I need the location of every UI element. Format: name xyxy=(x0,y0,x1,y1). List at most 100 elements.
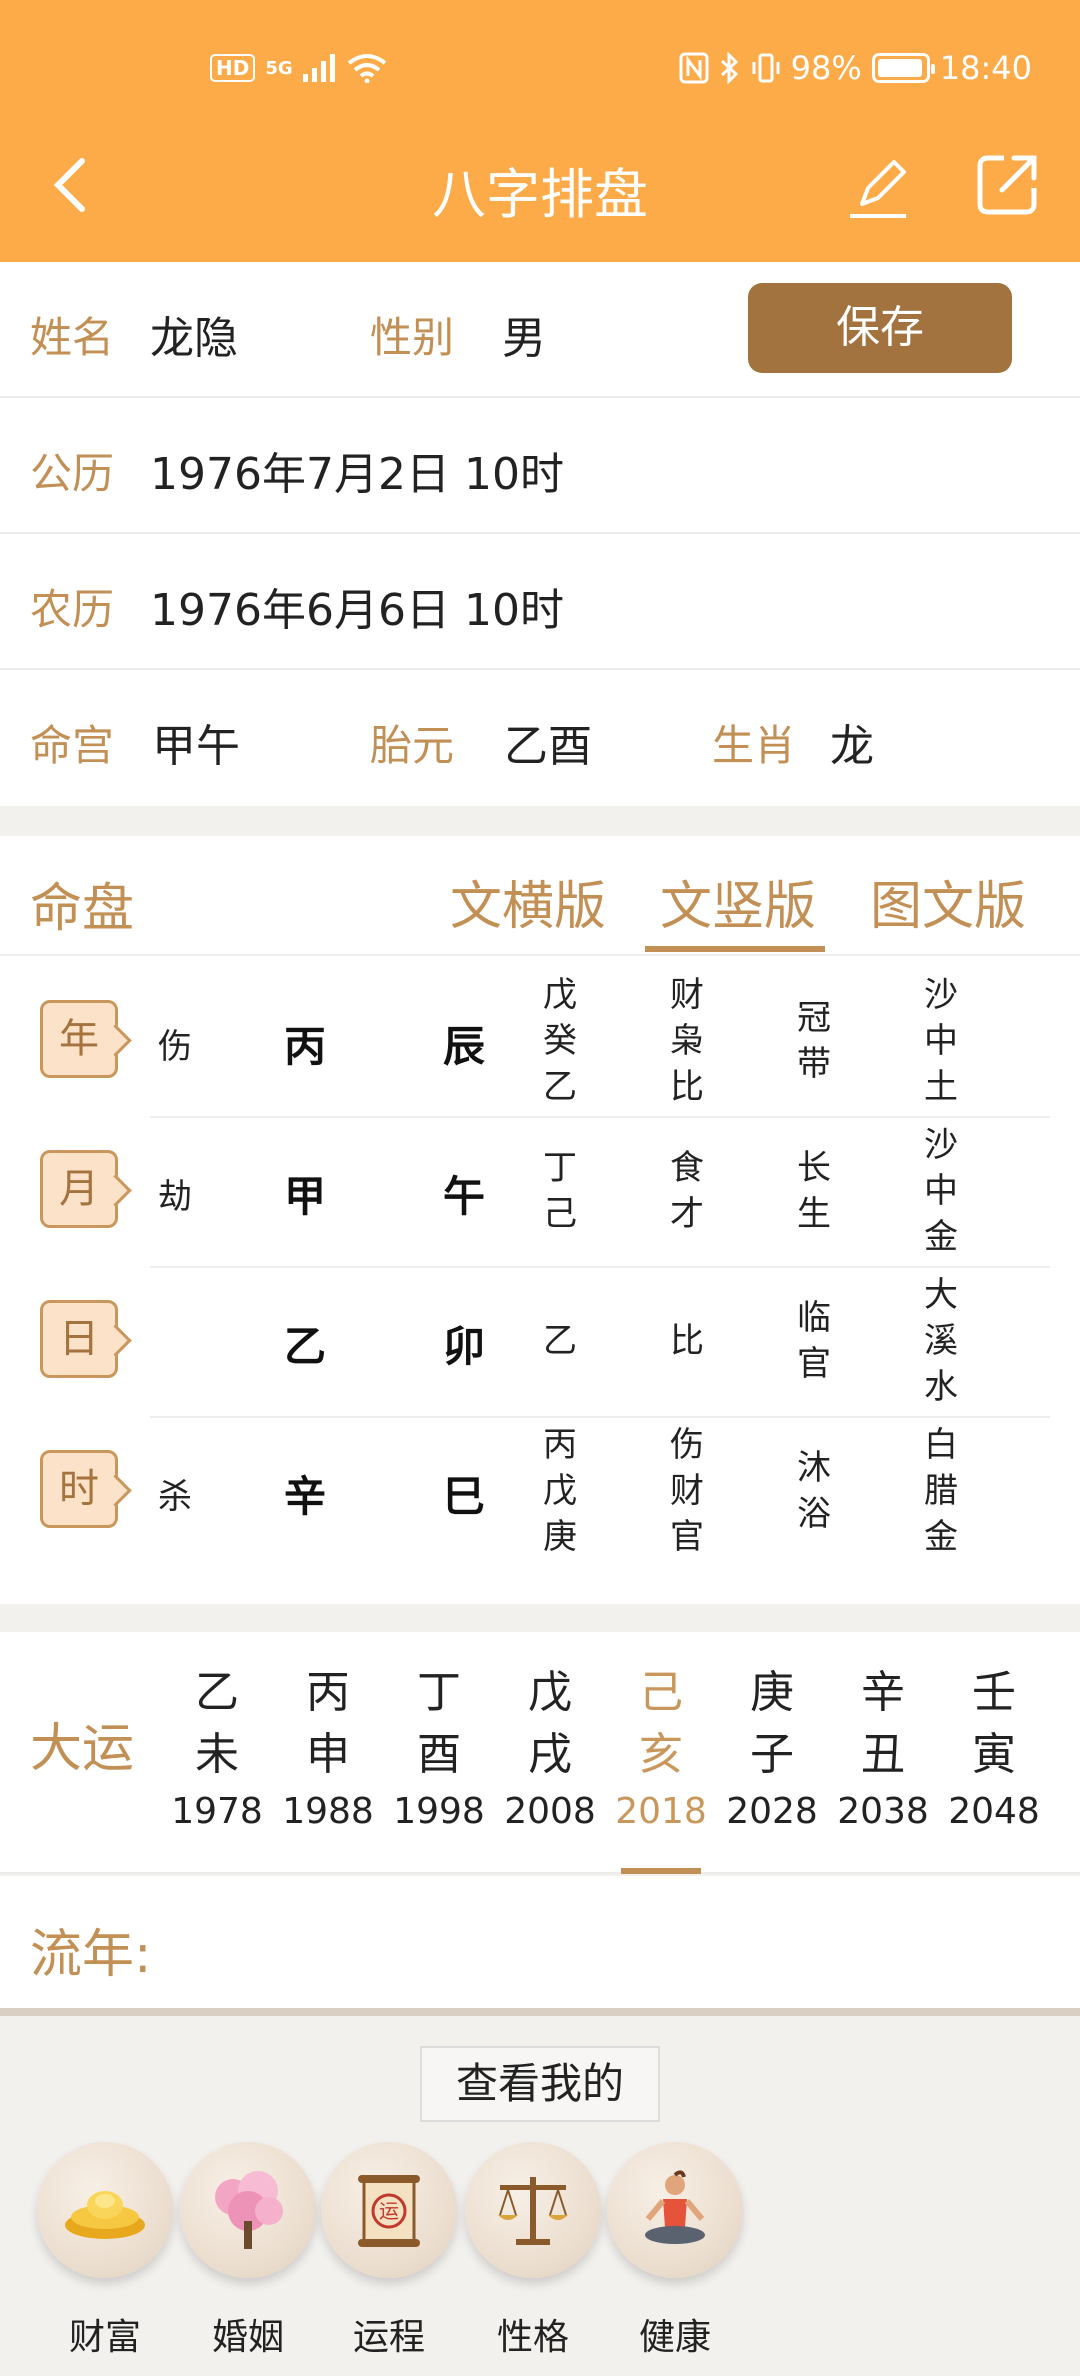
pillar-nayin: 白 腊 金 xyxy=(924,1425,958,1557)
dayun-year: 1988 xyxy=(282,1791,374,1832)
mingpan-title: 命盘 xyxy=(30,879,135,939)
pillar-shishen: 劫 xyxy=(158,1177,192,1217)
liunian-panel: 流年: xyxy=(0,1876,1080,2010)
feature-1[interactable]: 财富 xyxy=(30,2142,180,2360)
active-tab-indicator xyxy=(645,946,825,952)
feature-5[interactable]: 健康 xyxy=(600,2142,750,2360)
share-button[interactable] xyxy=(972,150,1052,230)
pillar-changsheng: 冠 带 xyxy=(797,998,831,1084)
dayun-item[interactable]: 丙申 1988 xyxy=(278,1662,378,1838)
feature-label: 健康 xyxy=(638,2317,711,2358)
pillar-zhi: 辰 xyxy=(442,1022,485,1071)
minggong-value: 甲午 xyxy=(152,721,240,772)
pencil-icon xyxy=(850,160,906,218)
taiyuan-label: 胎元 xyxy=(370,721,455,770)
solar-label: 公历 xyxy=(30,449,115,498)
feature-label: 性格 xyxy=(496,2317,569,2358)
feature-label: 婚姻 xyxy=(211,2317,284,2358)
pillar-canggan: 戊 癸 乙 xyxy=(543,975,577,1107)
minggong-label: 命宫 xyxy=(30,721,115,770)
pillar-nayin: 大 溪 水 xyxy=(924,1275,958,1407)
battery-text: 98% xyxy=(790,49,862,87)
dayun-year: 2038 xyxy=(837,1791,929,1832)
app-header: HD 5G 98% 18:40 八字排盘 xyxy=(0,0,1080,262)
dayun-zhi: 亥 xyxy=(639,1729,683,1780)
tab-graphic[interactable]: 图文版 xyxy=(870,864,1026,939)
pillar-badge-2: 月 xyxy=(40,1150,118,1228)
vibrate-icon xyxy=(752,53,780,83)
meditation-icon xyxy=(607,2142,743,2278)
dayun-zhi: 子 xyxy=(750,1729,794,1780)
name-value[interactable]: 龙隐 xyxy=(150,302,238,366)
dayun-item[interactable]: 戊戌 2008 xyxy=(500,1662,600,1838)
pillar-canggan-shishen: 比 xyxy=(670,1321,704,1361)
pillar-gan: 丙 xyxy=(283,1022,326,1071)
bottom-panel: 查看我的 财富 婚姻运运程 性格 健康 xyxy=(0,2016,1080,2376)
dayun-item[interactable]: 壬寅 2048 xyxy=(944,1662,1044,1838)
gender-label: 性别 xyxy=(370,313,455,362)
taiyuan-value: 乙酉 xyxy=(504,721,592,772)
pillar-canggan: 丙 戊 庚 xyxy=(543,1425,577,1557)
pillar-canggan: 丁 己 xyxy=(543,1148,577,1234)
pillar-zhi: 卯 xyxy=(442,1322,485,1371)
feature-2[interactable]: 婚姻 xyxy=(173,2142,323,2360)
dayun-zhi: 寅 xyxy=(972,1729,1016,1780)
pillar-canggan-shishen: 伤 财 官 xyxy=(670,1425,704,1557)
scroll-fortune-icon: 运 xyxy=(321,2142,457,2278)
dayun-year: 1978 xyxy=(171,1791,263,1832)
feature-3[interactable]: 运运程 xyxy=(314,2142,464,2360)
balance-scale-icon xyxy=(465,2142,601,2278)
tab-horizontal[interactable]: 文横版 xyxy=(450,864,606,939)
svg-text:运: 运 xyxy=(379,2199,399,2223)
dayun-item[interactable]: 乙未 1978 xyxy=(167,1662,267,1838)
share-external-icon xyxy=(977,155,1037,215)
dayun-zhi: 酉 xyxy=(417,1729,461,1780)
dayun-year: 2018 xyxy=(615,1791,707,1832)
signal-label: 5G xyxy=(265,57,293,79)
dayun-item[interactable]: 丁酉 1998 xyxy=(389,1662,489,1838)
pillar-changsheng: 沐 浴 xyxy=(797,1448,831,1534)
dayun-gan: 辛 xyxy=(861,1667,905,1718)
feature-4[interactable]: 性格 xyxy=(458,2142,608,2360)
edit-button[interactable] xyxy=(840,148,920,228)
tab-vertical[interactable]: 文竖版 xyxy=(660,864,816,939)
pillar-gan: 乙 xyxy=(283,1322,326,1371)
dayun-panel: 大运 乙未 1978 丙申 1988 丁酉 1998 戊戌 2008 己亥 2018 庚子 2028 辛… xyxy=(0,1632,1080,1874)
pillar-changsheng: 长 生 xyxy=(797,1148,831,1234)
dayun-gan: 丙 xyxy=(306,1667,350,1718)
chart-divider xyxy=(0,954,1080,956)
lunar-value: 1976年6月6日 10时 xyxy=(150,585,564,636)
pillar-zhi: 午 xyxy=(442,1172,485,1221)
palace-row: 命宫 甲午 胎元 乙酉 生肖 龙 xyxy=(0,670,1080,806)
dayun-item[interactable]: 庚子 2028 xyxy=(722,1662,822,1838)
dayun-gan: 戊 xyxy=(528,1667,572,1718)
lunar-row[interactable]: 农历 1976年6月6日 10时 xyxy=(0,534,1080,670)
pillar-shishen: 杀 xyxy=(158,1477,192,1517)
dayun-gan: 乙 xyxy=(195,1667,239,1718)
pillar-nayin: 沙 中 土 xyxy=(924,975,958,1107)
feature-label: 运程 xyxy=(352,2317,425,2358)
save-button[interactable]: 保存 xyxy=(748,283,1012,373)
view-mine-label: 查看我的 xyxy=(420,2046,660,2122)
gender-value[interactable]: 男 xyxy=(502,302,546,366)
pillar-badge-3: 日 xyxy=(40,1300,118,1378)
lunar-label: 农历 xyxy=(30,585,115,634)
pillar-badge-1: 年 xyxy=(40,1000,118,1078)
dayun-zhi: 未 xyxy=(195,1729,239,1780)
pillar-divider xyxy=(150,1116,1050,1118)
section-separator xyxy=(0,2008,1080,2016)
solar-row[interactable]: 公历 1976年7月2日 10时 xyxy=(0,398,1080,534)
shengxiao-value: 龙 xyxy=(830,721,874,772)
pillar-canggan: 乙 xyxy=(543,1321,577,1361)
hd-icon: HD xyxy=(210,54,256,82)
dayun-gan: 己 xyxy=(639,1667,683,1718)
pillar-divider xyxy=(150,1266,1050,1268)
dayun-year: 1998 xyxy=(393,1791,485,1832)
dayun-item[interactable]: 辛丑 2038 xyxy=(833,1662,933,1838)
dayun-gan: 庚 xyxy=(750,1667,794,1718)
status-right: 98% 18:40 xyxy=(679,48,1032,88)
dayun-item[interactable]: 己亥 2018 xyxy=(611,1662,711,1838)
shengxiao-label: 生肖 xyxy=(712,721,797,770)
dayun-zhi: 丑 xyxy=(861,1729,905,1780)
mingpan-panel: 命盘 文横版 文竖版 图文版 年伤 丙 辰 戊 癸 乙 财 枭 比 冠 带 沙 中 土月劫 甲… xyxy=(0,836,1080,1604)
